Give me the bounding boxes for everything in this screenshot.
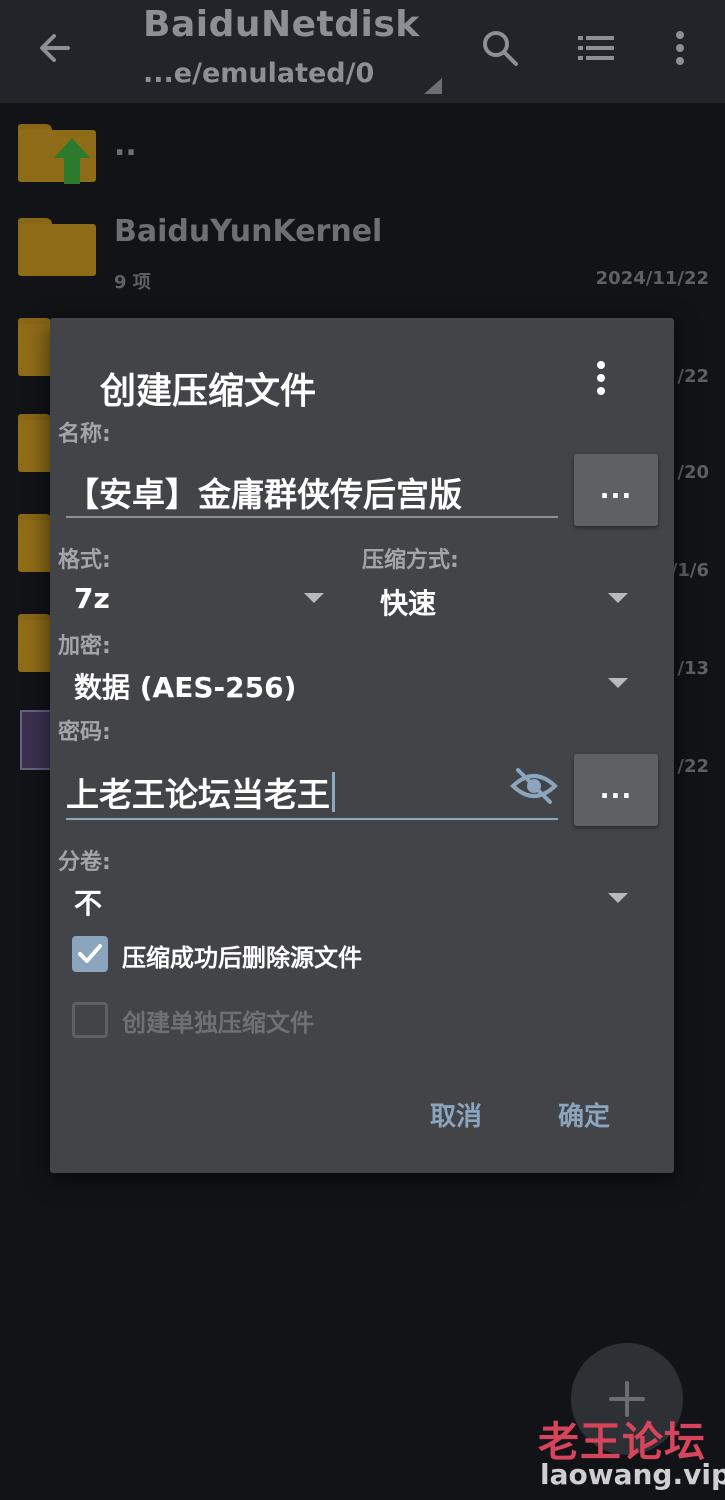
visibility-off-icon[interactable] <box>510 766 558 806</box>
name-label: 名称: <box>58 422 111 447</box>
chevron-down-icon[interactable] <box>608 893 628 903</box>
search-icon[interactable] <box>478 26 522 70</box>
toolbar-path[interactable]: ...e/emulated/0 <box>143 58 374 89</box>
delete-source-label[interactable]: 压缩成功后删除源文件 <box>122 938 362 973</box>
file-date: /20 <box>677 462 709 483</box>
file-date: /22 <box>677 756 709 777</box>
dialog-title: 创建压缩文件 <box>100 371 317 412</box>
file-date: 2024/11/22 <box>595 268 709 289</box>
encryption-select[interactable]: 数据 (AES-256) <box>74 666 296 706</box>
password-label: 密码: <box>58 720 111 745</box>
browse-name-button[interactable]: ... <box>574 454 658 526</box>
file-date: /13 <box>677 658 709 679</box>
password-options-button[interactable]: ... <box>574 754 658 826</box>
password-text: 上老王论坛当老王 <box>66 775 330 814</box>
create-archive-dialog: 创建压缩文件 名称: 【安卓】金庸群侠传后宫版 ... 格式: 7z 压缩方式:… <box>50 318 674 1173</box>
chevron-down-icon[interactable] <box>304 593 324 603</box>
up-arrow-icon <box>54 138 90 184</box>
watermark-url: laowang.vip <box>540 1458 725 1491</box>
separate-archives-label[interactable]: 创建单独压缩文件 <box>122 1003 314 1038</box>
ok-button[interactable]: 确定 <box>558 1096 610 1133</box>
method-select[interactable]: 快速 <box>380 582 436 622</box>
format-label: 格式: <box>58 548 111 573</box>
method-label: 压缩方式: <box>362 548 459 573</box>
text-cursor <box>332 772 335 812</box>
name-underline <box>66 516 558 518</box>
overflow-menu-icon[interactable] <box>662 26 706 70</box>
file-name: .. <box>114 128 137 163</box>
path-dropdown-icon[interactable] <box>424 78 442 94</box>
list-view-icon[interactable] <box>574 26 618 70</box>
chevron-down-icon[interactable] <box>608 678 628 688</box>
folder-icon <box>18 218 96 276</box>
toolbar-title: BaiduNetdisk <box>143 4 420 45</box>
separate-archives-checkbox[interactable] <box>72 1002 108 1038</box>
file-date: /22 <box>677 366 709 387</box>
volume-select[interactable]: 不 <box>74 882 102 922</box>
delete-source-checkbox[interactable] <box>72 936 108 972</box>
list-item[interactable]: BaiduYunKernel 9 项 2024/11/22 <box>0 212 725 302</box>
password-underline <box>66 818 558 820</box>
cancel-button[interactable]: 取消 <box>430 1096 482 1133</box>
back-arrow-icon[interactable] <box>34 26 78 70</box>
list-item[interactable]: .. <box>0 118 725 198</box>
file-name: BaiduYunKernel <box>114 214 383 249</box>
file-date: /1/6 <box>670 560 709 581</box>
encryption-label: 加密: <box>58 634 111 659</box>
volume-label: 分卷: <box>58 850 111 875</box>
archive-name-input[interactable]: 【安卓】金庸群侠传后宫版 <box>66 468 462 516</box>
format-select[interactable]: 7z <box>74 582 110 615</box>
image-thumbnail <box>20 710 52 770</box>
file-meta: 9 项 <box>114 272 151 293</box>
app-toolbar: BaiduNetdisk ...e/emulated/0 <box>0 0 725 103</box>
dialog-overflow-icon[interactable] <box>588 358 614 398</box>
folder-icon <box>18 124 96 184</box>
checkmark-icon <box>78 944 102 963</box>
password-input[interactable]: 上老王论坛当老王 <box>66 768 335 816</box>
chevron-down-icon[interactable] <box>608 593 628 603</box>
